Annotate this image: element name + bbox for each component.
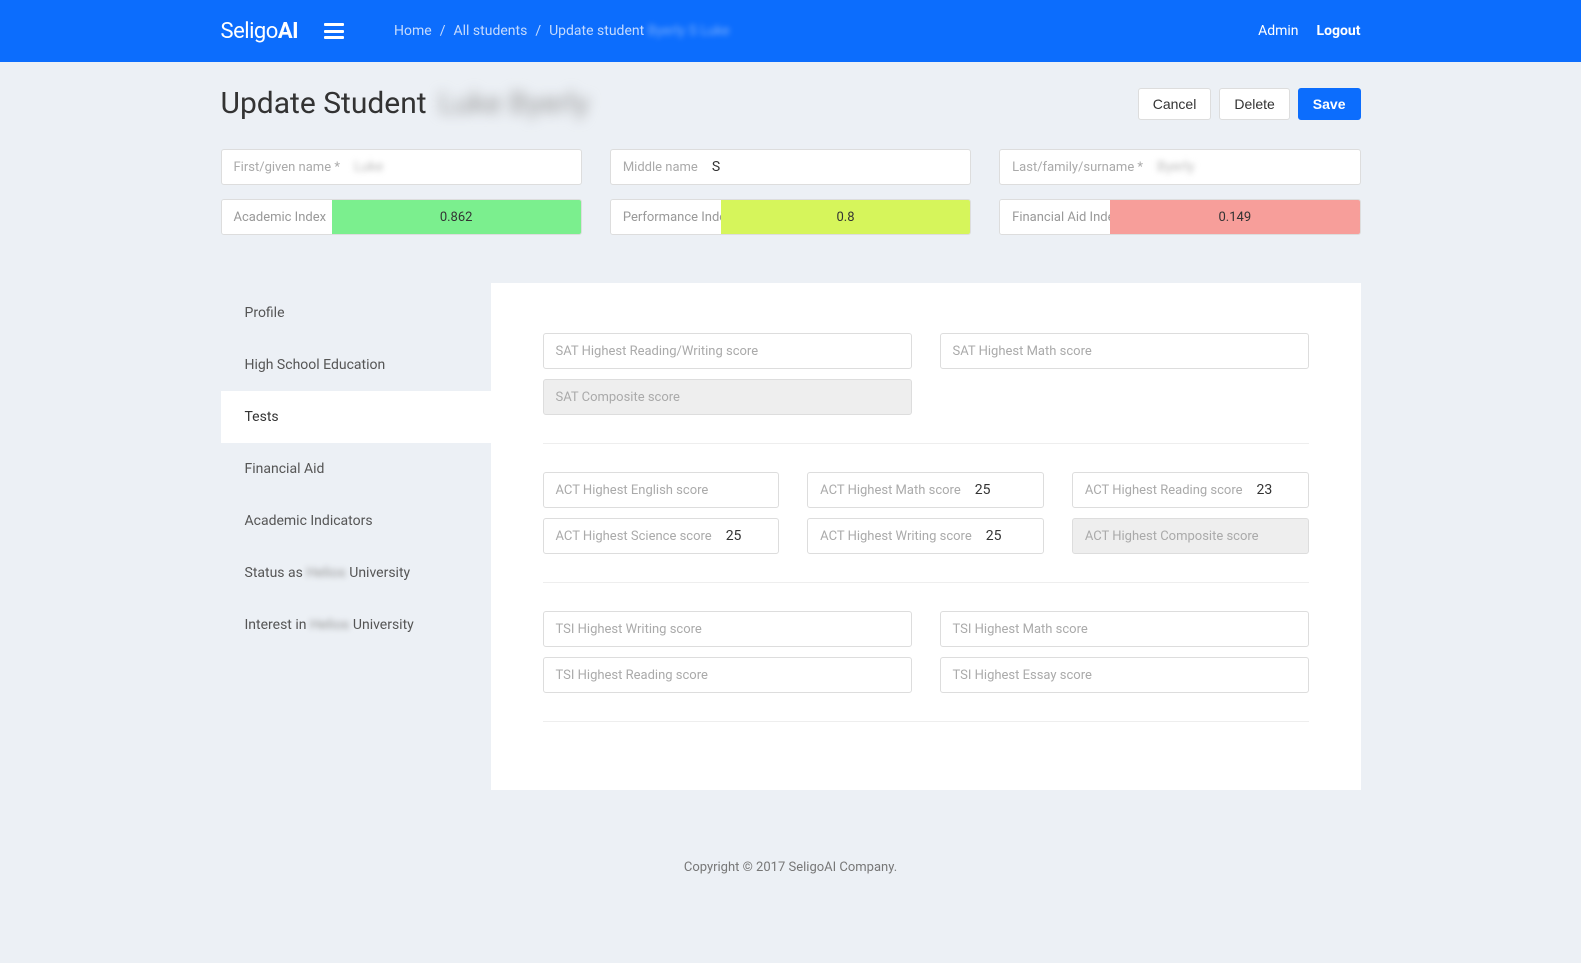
page-title: Update Student Luke Byerly [221, 86, 590, 121]
sidebar-item-interest-in-univ[interactable]: Interest in Helios University [221, 599, 491, 651]
sidebar-item-financial-aid[interactable]: Financial Aid [221, 443, 491, 495]
tsi-writing-input[interactable]: TSI Highest Writing score [543, 611, 912, 647]
footer: Copyright © 2017 SeligoAI Company. [0, 830, 1581, 905]
app-logo: SeligoAI [221, 19, 299, 44]
sat-rw-input[interactable]: SAT Highest Reading/Writing score [543, 333, 912, 369]
tsi-essay-input[interactable]: TSI Highest Essay score [940, 657, 1309, 693]
financial-aid-index: Financial Aid Index 0.149 [999, 199, 1360, 235]
top-header: SeligoAI Home / All students / Update st… [0, 0, 1581, 62]
sat-composite-input: SAT Composite score [543, 379, 912, 415]
sidebar: Profile High School Education Tests Fina… [221, 283, 491, 790]
cancel-button[interactable]: Cancel [1138, 88, 1212, 120]
act-composite-input: ACT Highest Composite score [1072, 518, 1309, 554]
sidebar-item-academic-indicators[interactable]: Academic Indicators [221, 495, 491, 547]
breadcrumb-home[interactable]: Home [394, 23, 432, 39]
admin-link[interactable]: Admin [1258, 23, 1298, 39]
academic-index: Academic Index 0.862 [221, 199, 582, 235]
performance-index: Performance Index 0.8 [610, 199, 971, 235]
last-name-input[interactable]: Last/family/surname * Byerly [999, 149, 1360, 185]
sidebar-item-hs-education[interactable]: High School Education [221, 339, 491, 391]
middle-name-input[interactable]: Middle name S [610, 149, 971, 185]
act-math-input[interactable]: ACT Highest Math score 25 [807, 472, 1044, 508]
sidebar-item-status-at-univ[interactable]: Status as Helios University [221, 547, 491, 599]
logout-link[interactable]: Logout [1317, 23, 1361, 39]
tsi-reading-input[interactable]: TSI Highest Reading score [543, 657, 912, 693]
act-english-input[interactable]: ACT Highest English score [543, 472, 780, 508]
act-writing-input[interactable]: ACT Highest Writing score 25 [807, 518, 1044, 554]
menu-toggle-icon[interactable] [324, 23, 344, 39]
delete-button[interactable]: Delete [1219, 88, 1289, 120]
tsi-math-input[interactable]: TSI Highest Math score [940, 611, 1309, 647]
sidebar-item-profile[interactable]: Profile [221, 287, 491, 339]
first-name-input[interactable]: First/given name * Luke [221, 149, 582, 185]
act-reading-input[interactable]: ACT Highest Reading score 23 [1072, 472, 1309, 508]
act-science-input[interactable]: ACT Highest Science score 25 [543, 518, 780, 554]
page-actions: Cancel Delete Save [1138, 88, 1361, 120]
sidebar-item-tests[interactable]: Tests [221, 391, 491, 443]
breadcrumb: Home / All students / Update student Bye… [394, 23, 730, 39]
sat-math-input[interactable]: SAT Highest Math score [940, 333, 1309, 369]
breadcrumb-all-students[interactable]: All students [454, 23, 528, 39]
save-button[interactable]: Save [1298, 88, 1361, 120]
breadcrumb-update-student: Update student Byerly S Luke [549, 23, 730, 39]
tests-panel: SAT Highest Reading/Writing score SAT Hi… [491, 283, 1361, 790]
